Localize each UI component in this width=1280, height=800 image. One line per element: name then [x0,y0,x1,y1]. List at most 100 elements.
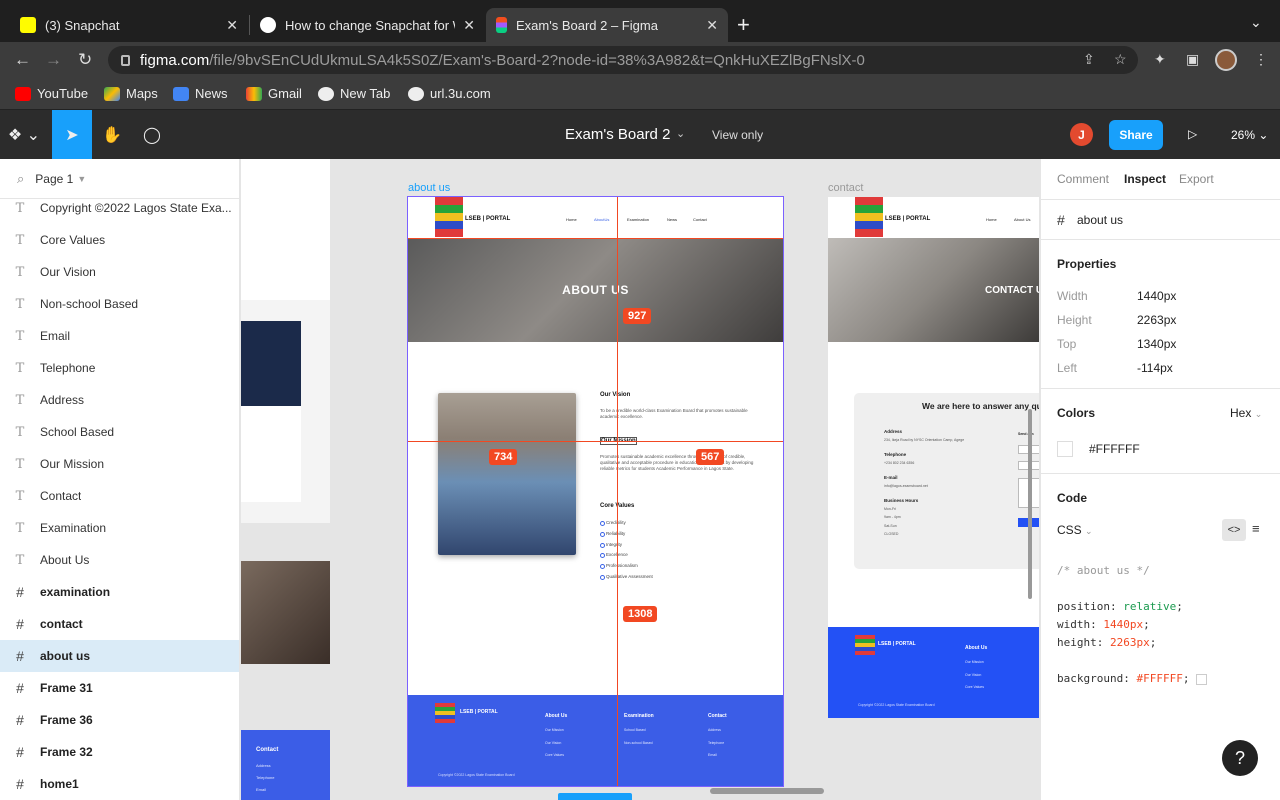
share-page-icon[interactable]: ⇪ [1083,51,1095,68]
present-play-icon[interactable]: ▷ [1188,127,1197,141]
layer-item[interactable]: # examination [0,576,239,608]
extensions-icon[interactable]: ✦ [1154,51,1166,68]
search-icon[interactable]: ⌕ [17,171,24,187]
layer-item[interactable]: T Telephone [0,352,239,384]
sidebar-icon[interactable]: ▣ [1186,51,1199,68]
gmail-icon [246,86,262,101]
layer-item[interactable]: T Core Values [0,224,239,256]
email-value: info@lagos-examsboard.net [884,484,928,488]
share-button[interactable]: Share [1109,120,1163,150]
layer-item[interactable]: T Copyright ©2022 Lagos State Exa... [0,192,239,224]
bookmark-youtube[interactable]: YouTube [15,86,88,101]
bookmark-maps[interactable]: Maps [104,86,158,101]
new-tab-icon[interactable]: + [737,12,750,38]
layer-item[interactable]: # contact [0,608,239,640]
frame-label-contact[interactable]: contact [828,182,863,194]
tab-title: Exam's Board 2 – Figma [516,17,658,33]
layer-item[interactable]: T Non-school Based [0,288,239,320]
figma-menu-icon[interactable]: ❖ ⌄ [2,110,46,159]
comment-tool-icon[interactable]: ◯ [132,110,172,159]
footer-link: Telephone [708,741,725,745]
layer-name: Non-school Based [40,297,139,311]
chevron-down-icon[interactable]: ⌄ [1250,14,1262,31]
contact-frame[interactable]: LSEB | PORTAL Home About Us CONTACT U We… [828,197,1039,718]
hero-title: ABOUT US [562,283,629,297]
bookmark-gmail[interactable]: Gmail [246,86,302,101]
layer-item[interactable]: # home1 [0,768,239,800]
chevron-down-icon: ▼ [77,173,87,184]
help-button[interactable]: ? [1222,740,1258,776]
vertical-scrollbar[interactable] [1028,409,1032,599]
about-us-frame[interactable]: LSEB | PORTAL Home AboutUs Examination N… [408,197,783,786]
reload-icon[interactable]: ↻ [78,50,92,70]
file-title[interactable]: Exam's Board 2 [565,126,670,143]
lock-icon [121,54,130,66]
layer-item[interactable]: T Our Mission [0,448,239,480]
layer-item[interactable]: T School Based [0,416,239,448]
move-tool-icon[interactable]: ➤ [52,110,92,159]
layer-name: Telephone [40,361,96,375]
layer-name: Examination [40,521,107,535]
classroom-photo [438,393,576,555]
list-view-icon[interactable]: ≡ [1252,521,1260,536]
layer-item[interactable]: T Contact [0,480,239,512]
horizontal-scrollbar[interactable] [710,788,824,794]
tab-comment[interactable]: Comment [1057,172,1109,186]
layer-item[interactable]: # Frame 36 [0,704,239,736]
hero-banner: ABOUT US [408,238,783,342]
divider [1041,473,1280,474]
tab-inspect[interactable]: Inspect [1124,172,1166,186]
forward-arrow-icon[interactable]: → [45,50,62,70]
layer-item[interactable]: # Frame 32 [0,736,239,768]
color-format-dropdown[interactable]: Hex ⌄ [1230,406,1262,420]
nav-news: News [667,217,678,222]
code-line: height: 2263px; [1057,636,1157,649]
kebab-menu-icon[interactable]: ⋮ [1254,51,1268,68]
footer-link: Email [256,787,267,792]
profile-avatar[interactable] [1215,49,1237,71]
tab-figma[interactable]: Exam's Board 2 – Figma ✕ [486,8,728,42]
star-icon[interactable]: ☆ [1114,51,1127,68]
footer-brand: LSEB | PORTAL [878,641,916,647]
code-view-icon[interactable]: <> [1222,519,1246,541]
divider [1041,199,1280,200]
layer-item[interactable]: T Address [0,384,239,416]
text-icon: T [15,552,25,568]
footer-heading: Contact [708,713,727,719]
tab-title: How to change Snapchat for W [285,17,456,33]
hand-tool-icon[interactable]: ✋ [92,110,132,159]
layer-item[interactable]: T About Us [0,544,239,576]
close-icon[interactable]: ✕ [706,17,718,34]
color-value[interactable]: #FFFFFF [1089,442,1140,456]
frame-label-about-us[interactable]: about us [408,182,450,194]
tab-export[interactable]: Export [1179,172,1214,186]
prop-value: 1340px [1137,337,1177,351]
back-arrow-icon[interactable]: ← [14,50,31,70]
bookmark-new-tab[interactable]: New Tab [318,86,390,101]
footer-link: Address [708,728,721,732]
layer-item[interactable]: # Frame 31 [0,672,239,704]
tab-how-to-change-snapchat[interactable]: How to change Snapchat for W ✕ [250,8,485,42]
vision-text: To be a credible world-class Examination… [600,408,748,419]
prop-value: -114px [1137,361,1173,375]
footer-heading: About Us [545,713,568,719]
close-icon[interactable]: ✕ [226,17,238,34]
layer-item[interactable]: # about us [0,640,239,672]
text-icon: T [15,360,25,376]
close-icon[interactable]: ✕ [463,17,475,34]
bookmark-news[interactable]: News [173,86,228,101]
bookmark-3u[interactable]: url.3u.com [408,86,491,101]
canvas[interactable]: Contact Address Telephone Email about us… [241,159,1039,800]
tab-snapchat[interactable]: (3) Snapchat ✕ [10,8,248,42]
code-language-dropdown[interactable]: CSS ⌄ [1057,523,1093,537]
measurement-badge: 734 [489,449,518,465]
layer-item[interactable]: T Email [0,320,239,352]
layer-item[interactable]: T Our Vision [0,256,239,288]
zoom-dropdown[interactable]: 26% ⌄ [1231,128,1268,142]
measure-guide-vertical [617,197,618,786]
chevron-down-icon[interactable]: ⌄ [676,127,685,140]
layer-item[interactable]: T Examination [0,512,239,544]
measurement-badge: 927 [623,308,652,324]
user-avatar[interactable]: J [1070,123,1093,146]
address-bar[interactable]: figma.com/file/9bvSEnCUdUkmuLSA4k5S0Z/Ex… [108,46,1138,74]
